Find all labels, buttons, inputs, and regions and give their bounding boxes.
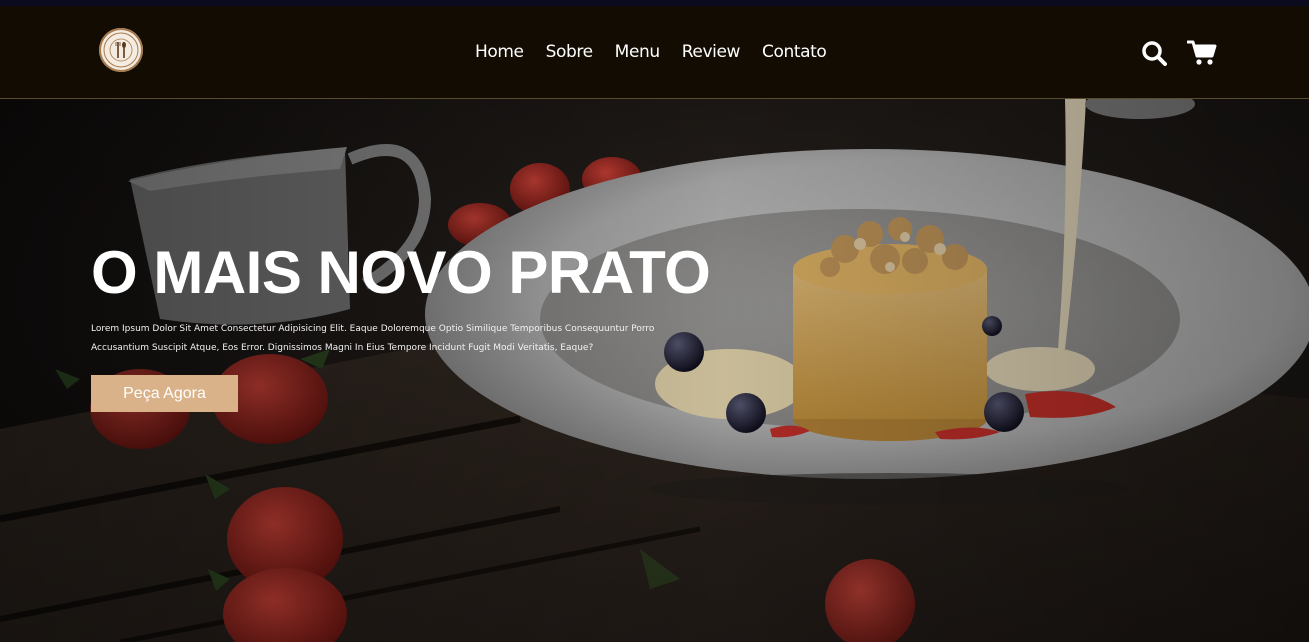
restaurant-logo-icon[interactable] — [99, 28, 143, 72]
search-icon[interactable] — [1141, 40, 1167, 71]
nav-review[interactable]: Review — [682, 42, 741, 62]
nav-contato[interactable]: Contato — [762, 42, 827, 62]
hero-section: O MAIS NOVO PRATO Lorem Ipsum Dolor Sit … — [0, 99, 1309, 642]
main-nav: Home Sobre Menu Review Contato — [475, 42, 827, 62]
header-actions — [1141, 40, 1217, 71]
nav-home[interactable]: Home — [475, 42, 524, 62]
order-now-button[interactable]: Peça Agora — [91, 375, 238, 412]
hero-title: O MAIS NOVO PRATO — [91, 239, 711, 306]
nav-menu[interactable]: Menu — [615, 42, 660, 62]
hero-description: Lorem Ipsum Dolor Sit Amet Consectetur A… — [91, 324, 655, 353]
cart-icon[interactable] — [1186, 40, 1217, 71]
page: Home Sobre Menu Review Contato O MAIS NO… — [0, 0, 1309, 642]
site-header: Home Sobre Menu Review Contato — [0, 6, 1309, 99]
nav-sobre[interactable]: Sobre — [546, 42, 593, 62]
hero-background-image — [0, 99, 1309, 642]
